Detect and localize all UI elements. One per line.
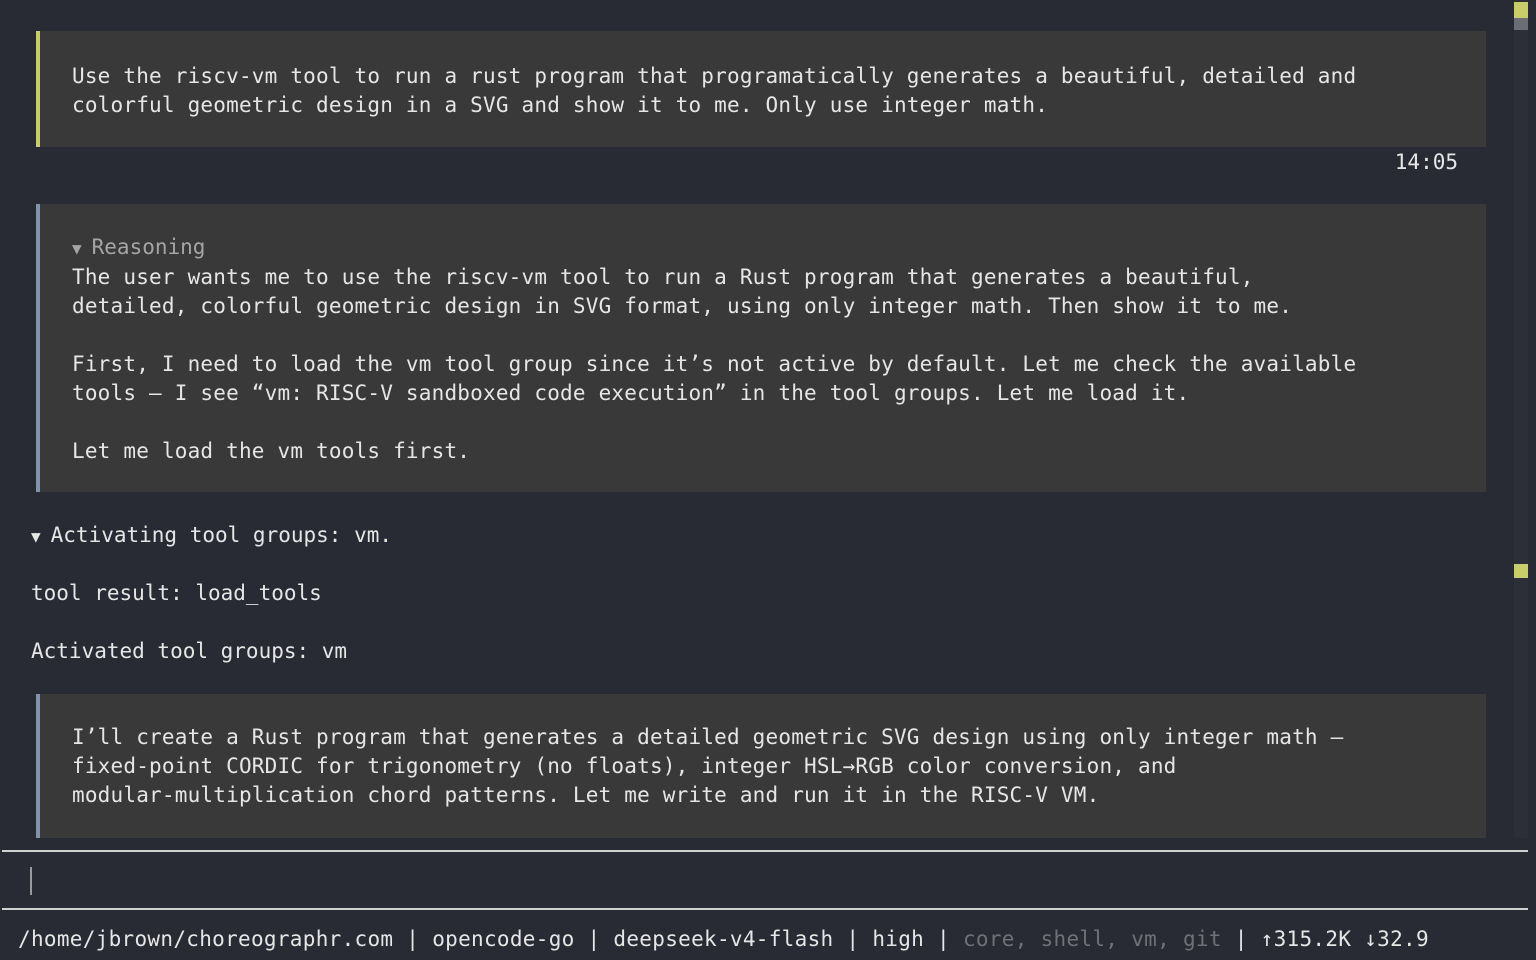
expanded-triangle-icon: ▼ [72,239,82,258]
input-bottom-divider [2,908,1528,910]
status-effort: high [872,927,925,951]
assistant-message: I’ll create a Rust program that generate… [36,694,1486,838]
input-top-divider [2,850,1528,852]
tool-result-label: tool result: load_tools [31,581,322,605]
reasoning-toggle[interactable]: ▼ Reasoning [72,233,1462,263]
status-token-usage: ↑315.2K ↓32.9 [1260,927,1429,951]
user-message-text: Use the riscv-vm tool to run a rust prog… [72,64,1357,117]
assistant-accent-bar [36,694,40,838]
status-cwd: /home/jbrown/choreographr.com [18,927,394,951]
user-message: Use the riscv-vm tool to run a rust prog… [36,31,1486,147]
status-tool-groups: core, shell, vm, git [962,927,1222,951]
tool-result-output: Activated tool groups: vm [31,639,348,663]
message-timestamp: 14:05 [1394,150,1458,174]
assistant-message-text: I’ll create a Rust program that generate… [72,725,1344,807]
terminal-window: Use the riscv-vm tool to run a rust prog… [0,0,1536,960]
tool-activation-toggle[interactable]: ▼ Activating tool groups: vm. [31,521,392,551]
message-input[interactable] [2,853,1528,908]
tool-activation-text: Activating tool groups: vm. [50,523,393,547]
status-separator: | [393,927,433,951]
reasoning-block: ▼ Reasoning The user wants me to use the … [36,204,1486,492]
scrollbar-track[interactable] [1514,0,1528,838]
text-caret [30,867,32,895]
status-separator: | [1221,927,1261,951]
scrollbar-position-marker [1514,564,1528,578]
user-message-accent-bar [36,31,40,147]
status-bar: /home/jbrown/choreographr.com | opencode… [18,924,1429,954]
scrollbar-thumb-handle[interactable] [1514,18,1528,30]
reasoning-label: Reasoning [91,235,206,259]
reasoning-accent-bar [36,204,40,492]
status-separator: | [924,927,963,951]
status-model: deepseek-v4-flash [613,927,834,951]
status-separator: | [574,927,614,951]
scrollbar-thumb[interactable] [1514,2,1528,18]
status-provider: opencode-go [432,927,575,951]
chat-transcript[interactable]: Use the riscv-vm tool to run a rust prog… [0,0,1510,848]
status-separator: | [833,927,873,951]
reasoning-text: The user wants me to use the riscv-vm to… [72,265,1357,463]
expanded-triangle-icon: ▼ [31,527,41,546]
